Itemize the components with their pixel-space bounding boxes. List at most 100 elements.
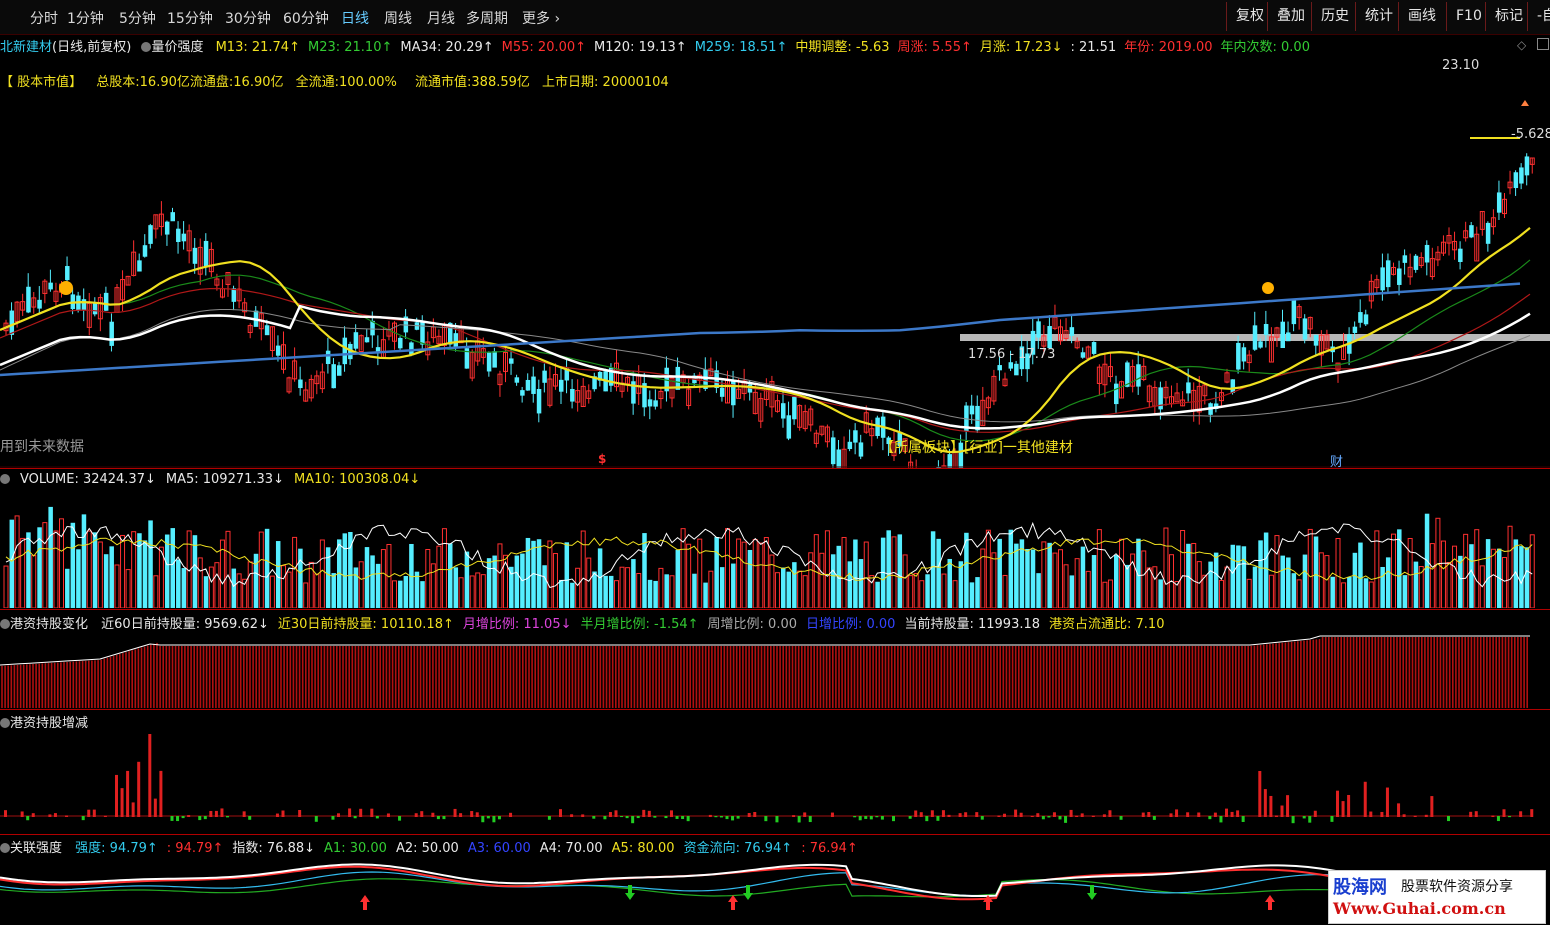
hk-change-bar [509,812,513,817]
volume-bar-down [930,531,936,608]
hk-change-bar [1280,805,1284,817]
volume-bar-up [314,573,320,608]
volume-bar-up [819,552,825,608]
hk-change-bar [414,813,418,817]
hk-change-bar [753,812,757,817]
period-tab-7[interactable]: 周线 [384,8,412,28]
volume-bar-down [1413,561,1419,608]
volume-bar-up [697,538,703,608]
volume-chart[interactable] [0,490,1550,608]
hk-change-title: 港资持股增减 [10,716,89,731]
strength-title-row: 关联强度 强度: 94.79↑: 94.79↑ 指数: 76.88↓ A1: 30.… [0,837,858,856]
full-float: 全流通:100.00% [295,75,397,90]
volume-bar-up [547,540,553,608]
candle-body-down [525,379,531,391]
diamond-icon[interactable]: ◇ [1517,38,1526,52]
toolbar-button-3[interactable]: 统计 [1355,2,1402,31]
candle-body-down [830,437,836,465]
panel-divider [0,468,1550,469]
volume-bar-down [1030,549,1036,608]
volume-bar-up [1063,564,1069,608]
volume-bar-up [425,549,431,608]
indicator-dropdown-icon[interactable] [141,42,152,52]
volume-bar-down [653,580,658,608]
volume-bar-up [1058,549,1063,608]
candlestick-chart[interactable] [0,90,1550,468]
candle-body-down [1302,318,1308,340]
period-tab-1[interactable]: 1分钟 [67,8,104,28]
volume-bar-up [658,567,664,608]
period-tab-9[interactable]: 多周期 [466,8,508,28]
hk-change-bar [420,811,424,817]
hk-change-bar [947,814,951,817]
hk-dropdown-icon[interactable] [0,619,10,629]
hk-change-bar [1152,816,1156,820]
volume-bar-up [636,573,642,608]
indicator-name[interactable]: 量价强度 [151,40,203,55]
guhai-watermark: 股海网 股票软件资源分享 Www.Guhai.com.cn [1328,870,1546,924]
hk-change-bar [1197,812,1201,817]
volume-bar-up [197,557,203,608]
hk-change-bar [1530,809,1534,817]
volume-bar-up [480,574,486,608]
toolbar-button-0[interactable]: 复权 [1226,2,1273,31]
candle-body-down [342,337,348,365]
candle-body-down [1513,172,1519,189]
ma-items-item-10: 年份: 2019.00 [1124,40,1213,55]
toolbar-button-7[interactable]: -自 [1527,2,1550,31]
stock-name[interactable]: 北新建材 [0,40,52,55]
hk-change-bar [625,816,629,819]
volume-bar-down [1291,573,1297,608]
hk-change-bar [1313,810,1317,817]
hk-change-chart[interactable] [0,730,1550,834]
hk-change-bar [1108,810,1112,817]
toolbar-button-4[interactable]: 画线 [1398,2,1445,31]
hk-holdings-chart[interactable] [0,630,1550,708]
toolbar-button-6[interactable]: 标记 [1485,2,1532,31]
volume-bar-up [97,541,103,608]
hk-change-bar [792,815,796,817]
hk-change-bar [1519,811,1523,817]
hk-change-bar [1219,816,1223,823]
volume-bar-up [441,528,447,608]
hk-change-dropdown-icon[interactable] [0,718,10,728]
volume-bar-down [1347,576,1352,608]
toolbar-button-1[interactable]: 叠加 [1267,2,1314,31]
toolbar-button-2[interactable]: 历史 [1311,2,1358,31]
expand-icon[interactable] [1537,38,1549,50]
hk-change-bar [337,813,340,817]
candle-body-down [9,310,15,335]
strength-dropdown-icon[interactable] [0,843,10,853]
volume-bar-down [342,533,348,608]
volume-bar-up [913,573,919,608]
hk-change-bar [497,816,501,820]
hk-change-bar [1302,816,1306,819]
candle-body-down [1286,332,1291,342]
volume-bar-down [858,559,864,608]
volume-bar-up [1507,525,1513,608]
period-tab-3[interactable]: 15分钟 [167,8,213,28]
period-tab-10[interactable]: 更多 › [522,8,560,28]
hk-change-bar [1119,816,1123,820]
volume-bar-down [1252,566,1258,608]
period-tab-8[interactable]: 月线 [427,8,455,28]
dividend-marker[interactable]: $ [598,452,606,466]
hk-change-bar [442,816,446,820]
candle-body-down [1091,342,1097,354]
period-tab-5[interactable]: 60分钟 [283,8,329,28]
hk-change-bar [126,770,130,817]
hk-change-bar [370,808,374,817]
period-tab-2[interactable]: 5分钟 [119,8,156,28]
volume-bar-down [403,576,409,608]
volume-dropdown-icon[interactable] [0,474,10,484]
hk-change-bar [1036,813,1040,817]
hk-change-bar [869,816,873,820]
hk-change-bar [764,816,768,822]
strength-chart[interactable] [0,855,1550,925]
volume-bar-up [3,565,9,608]
sector-label[interactable]: 【所属板块】[行业]一其他建材 [880,437,1073,457]
period-tab-4[interactable]: 30分钟 [225,8,271,28]
volume-bar-down [1485,539,1491,608]
period-tab-0[interactable]: 分时 [30,8,58,28]
period-tab-6[interactable]: 日线 [341,8,369,28]
